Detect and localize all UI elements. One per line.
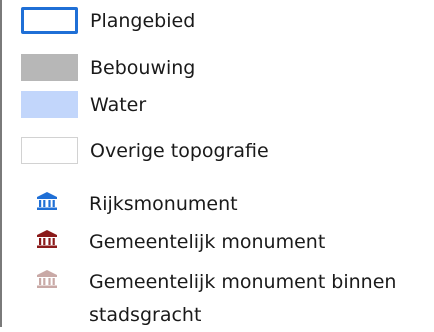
plangebied-swatch	[21, 7, 78, 34]
gemeentelijk-monument-building-icon	[37, 230, 57, 248]
legend-label-gemeentelijk-monument-stadsgracht: Gemeentelijk monument binnen stadsgracht	[89, 271, 397, 326]
gemeentelijk-monument-stadsgracht-building-icon	[37, 270, 57, 288]
legend-label-plangebied: Plangebied	[90, 9, 196, 32]
water-swatch	[21, 91, 78, 118]
legend-label-water: Water	[90, 93, 147, 116]
legend-item-plangebied: Plangebied	[0, 7, 195, 34]
legend-label-rijksmonument: Rijksmonument	[89, 193, 238, 215]
rijksmonument-building-icon	[37, 192, 57, 210]
legend-label-overige-topografie: Overige topografie	[90, 139, 269, 162]
legend-item-gemeentelijk-monument: Gemeentelijk monument	[0, 226, 325, 259]
legend-item-bebouwing: Bebouwing	[0, 54, 195, 81]
legend-item-rijksmonument: Rijksmonument	[0, 188, 238, 221]
legend-item-overige-topografie: Overige topografie	[0, 137, 269, 164]
legend-label-gemeentelijk-monument: Gemeentelijk monument	[89, 231, 326, 253]
legend-item-water: Water	[0, 91, 146, 118]
map-legend: Plangebied Bebouwing Water Overige topog…	[0, 0, 434, 327]
overige-topografie-swatch	[21, 137, 78, 164]
legend-item-gemeentelijk-monument-stadsgracht: Gemeentelijk monument binnen stadsgracht	[0, 266, 419, 332]
legend-label-bebouwing: Bebouwing	[90, 56, 196, 79]
bebouwing-swatch	[21, 54, 78, 81]
